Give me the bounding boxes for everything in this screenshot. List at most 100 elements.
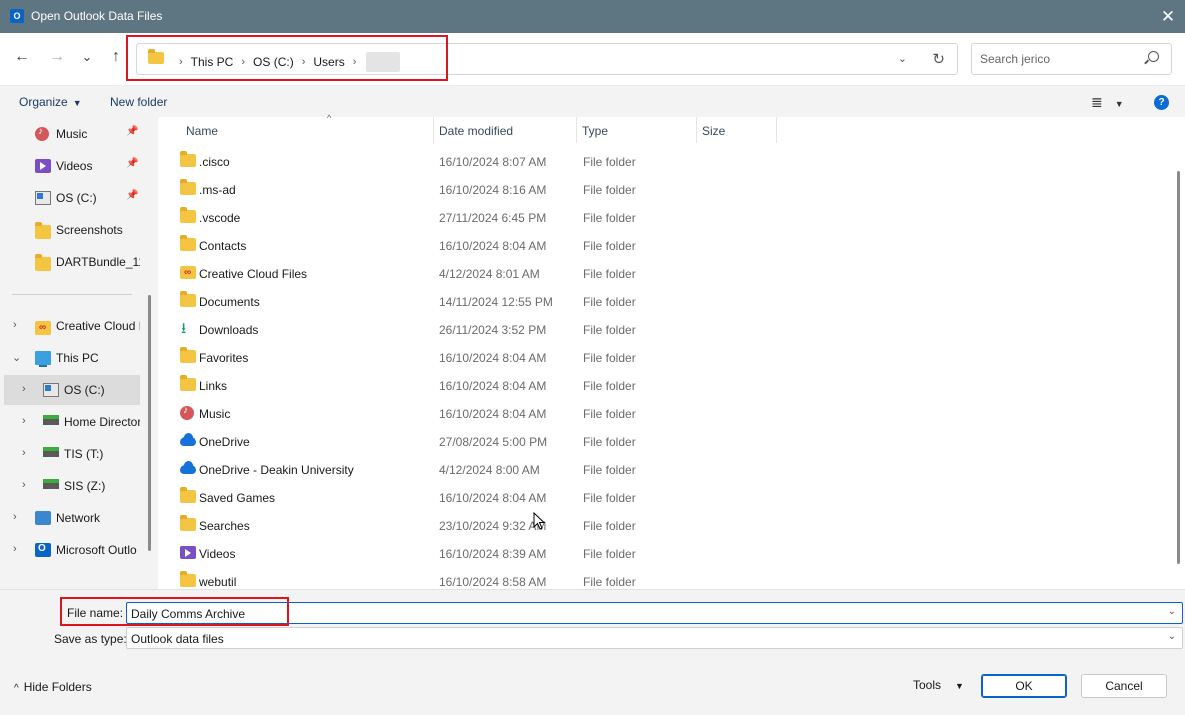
sidebar-item-label: OS (C:) (64, 383, 105, 397)
file-type: File folder (583, 407, 636, 421)
file-name: webutil (199, 575, 237, 589)
file-name-input[interactable] (131, 606, 1131, 621)
redacted-username[interactable] (366, 52, 401, 72)
table-row[interactable]: .vscode 27/11/2024 6:45 PM File folder (158, 203, 1158, 231)
video-icon (180, 546, 196, 559)
sidebar-item-sis-z[interactable]: › SIS (Z:) (0, 471, 140, 501)
help-button[interactable]: ? (1154, 95, 1169, 110)
address-bar[interactable]: › This PC › OS (C:) › Users › ⌄ ↻ (136, 43, 958, 75)
table-row[interactable]: Favorites 16/10/2024 8:04 AM File folder (158, 343, 1158, 371)
file-name: Searches (199, 519, 250, 533)
sidebar-item-tis-t[interactable]: › TIS (T:) (0, 439, 140, 469)
chevron-right-icon[interactable]: › (22, 415, 26, 427)
sidebar-item-microsoft-outlook[interactable]: › Microsoft Outlo (0, 535, 140, 565)
refresh-icon[interactable]: ↻ (932, 50, 945, 68)
table-row[interactable]: .ms-ad 16/10/2024 8:16 AM File folder (158, 175, 1158, 203)
close-button[interactable]: ✕ (1151, 0, 1185, 33)
table-row[interactable]: Music 16/10/2024 8:04 AM File folder (158, 399, 1158, 427)
chevron-right-icon[interactable]: › (22, 447, 26, 459)
file-name: Saved Games (199, 491, 276, 505)
column-header-date[interactable]: Date modified (434, 117, 577, 143)
pin-icon: 📌 (126, 158, 139, 169)
file-name: .vscode (199, 211, 241, 225)
table-row[interactable]: Creative Cloud Files 4/12/2024 8:01 AM Fil… (158, 259, 1158, 287)
sidebar-item-os-c-tree[interactable]: › OS (C:) (4, 375, 140, 405)
search-icon[interactable] (1148, 51, 1159, 62)
chevron-down-icon[interactable]: ⌄ (1168, 606, 1176, 617)
chevron-right-icon[interactable]: › (13, 319, 17, 331)
breadcrumb-os-c[interactable]: OS (C:) (253, 55, 294, 69)
music-icon (180, 405, 194, 420)
new-folder-button[interactable]: New folder (110, 95, 167, 109)
sidebar-item-this-pc[interactable]: ⌄ This PC (0, 343, 140, 373)
save-type-select[interactable]: Outlook data files ⌄ (126, 627, 1183, 649)
view-options-button[interactable]: ≣ ▼ (1091, 94, 1124, 111)
chevron-right-icon[interactable]: › (13, 543, 17, 555)
sidebar-item-network[interactable]: › Network (0, 503, 140, 533)
ok-button[interactable]: OK (981, 674, 1067, 698)
drive-icon (43, 383, 59, 397)
sidebar-item-os-c[interactable]: OS (C:) 📌 (0, 183, 140, 213)
cancel-button[interactable]: Cancel (1081, 674, 1167, 698)
list-view-icon: ≣ (1091, 94, 1103, 110)
chevron-down-icon[interactable]: ⌄ (1168, 631, 1176, 642)
tools-button[interactable]: Tools ▼ (913, 678, 964, 692)
table-row[interactable]: Contacts 16/10/2024 8:04 AM File folder (158, 231, 1158, 259)
file-name: Creative Cloud Files (199, 267, 308, 281)
table-row[interactable]: Searches 23/10/2024 9:32 AM File folder (158, 511, 1158, 539)
sidebar-item-music[interactable]: Music 📌 (0, 119, 140, 149)
address-dropdown-icon[interactable]: ⌄ (898, 52, 907, 65)
chevron-down-icon[interactable]: ⌄ (12, 351, 21, 364)
sidebar-scrollbar[interactable] (148, 295, 151, 551)
table-row[interactable]: Documents 14/11/2024 12:55 PM File folder (158, 287, 1158, 315)
breadcrumb: › This PC › OS (C:) › Users › (171, 52, 401, 72)
back-button[interactable]: ← (12, 47, 32, 67)
sidebar-item-screenshots[interactable]: Screenshots (0, 215, 140, 245)
organize-label: Organize (19, 95, 68, 109)
table-row[interactable]: Downloads 26/11/2024 3:52 PM File folder (158, 315, 1158, 343)
breadcrumb-this-pc[interactable]: This PC (191, 55, 234, 69)
table-row[interactable]: OneDrive - Deakin University 4/12/2024 8:… (158, 455, 1158, 483)
sidebar-item-creative-cloud[interactable]: › Creative Cloud F (0, 311, 140, 341)
table-row[interactable]: Links 16/10/2024 8:04 AM File folder (158, 371, 1158, 399)
save-type-label: Save as type: (54, 632, 127, 646)
chevron-right-icon[interactable]: › (22, 479, 26, 491)
navigation-bar: ← → ⌄ ↑ › This PC › OS (C:) › Users › ⌄ … (0, 33, 1185, 85)
table-row[interactable]: .cisco 16/10/2024 8:07 AM File folder (158, 147, 1158, 175)
column-size-label: Size (702, 124, 726, 138)
hide-folders-button[interactable]: ^ Hide Folders (14, 680, 92, 694)
date-modified: 16/10/2024 8:04 AM (439, 491, 547, 505)
date-modified: 4/12/2024 8:00 AM (439, 463, 540, 477)
recent-locations-button[interactable]: ⌄ (77, 47, 97, 67)
table-row[interactable]: Saved Games 16/10/2024 8:04 AM File folder (158, 483, 1158, 511)
table-row[interactable]: Videos 16/10/2024 8:39 AM File folder (158, 539, 1158, 567)
date-modified: 16/10/2024 8:04 AM (439, 407, 547, 421)
table-row[interactable]: OneDrive 27/08/2024 5:00 PM File folder (158, 427, 1158, 455)
breadcrumb-users[interactable]: Users (313, 55, 344, 69)
search-box[interactable] (971, 43, 1172, 75)
scrollbar-thumb[interactable] (1177, 171, 1180, 564)
date-modified: 14/11/2024 12:55 PM (439, 295, 553, 309)
file-name: Videos (199, 547, 236, 561)
file-name-combo[interactable]: ⌄ (126, 602, 1183, 624)
organize-button[interactable]: Organize ▼ (19, 95, 82, 109)
file-type: File folder (583, 323, 636, 337)
navigation-pane: Music 📌 Videos 📌 OS (C:) 📌 Screenshots D… (0, 117, 158, 589)
folder-icon (180, 347, 196, 363)
chevron-right-icon[interactable]: › (13, 511, 17, 523)
file-type: File folder (583, 267, 636, 281)
chevron-right-icon[interactable]: › (22, 383, 26, 395)
column-header-name[interactable]: Name ^ (181, 113, 434, 143)
column-header-size[interactable]: Size (697, 117, 777, 143)
column-date-label: Date modified (439, 124, 514, 138)
search-input[interactable] (980, 51, 1140, 67)
sidebar-item-videos[interactable]: Videos 📌 (0, 151, 140, 181)
music-icon (35, 126, 49, 141)
file-name: OneDrive (199, 435, 250, 449)
up-button[interactable]: ↑ (106, 47, 126, 67)
column-header-type[interactable]: Type (577, 117, 697, 143)
file-type: File folder (583, 575, 636, 589)
forward-button[interactable]: → (47, 47, 67, 67)
sidebar-item-home-directory[interactable]: › Home Director (0, 407, 140, 437)
sidebar-item-dartbundle[interactable]: DARTBundle_11 (0, 247, 140, 277)
